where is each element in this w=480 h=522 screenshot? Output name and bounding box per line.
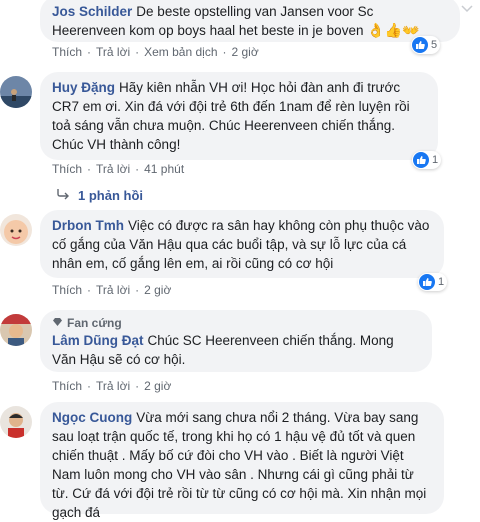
diamond-icon (52, 315, 63, 331)
timestamp[interactable]: 2 giờ (144, 379, 171, 393)
more-options-icon[interactable] (460, 4, 474, 14)
ok-hand-emoji-icon: 👌 (367, 22, 385, 38)
replies-count-label: 1 phản hồi (78, 188, 143, 203)
comment-actions: Thích · Trả lời · 2 giờ (52, 283, 171, 297)
comment-author[interactable]: Jos Schilder (52, 4, 132, 19)
comment-actions: Thích · Trả lời · Xem bản dịch · 2 giờ (52, 45, 259, 59)
top-fan-badge: Fan cứng (52, 315, 420, 331)
reaction-count[interactable]: 1 (418, 273, 448, 291)
like-count: 1 (438, 276, 445, 288)
reply-link[interactable]: Trả lời (96, 162, 130, 176)
separator: · (135, 162, 140, 176)
reply-link[interactable]: Trả lời (96, 283, 130, 297)
like-link[interactable]: Thích (52, 379, 82, 393)
timestamp[interactable]: 41 phút (144, 162, 184, 176)
like-reaction-icon (413, 152, 429, 168)
avatar[interactable] (0, 76, 32, 108)
reaction-count[interactable]: 1 (412, 151, 442, 169)
avatar[interactable] (0, 314, 32, 346)
separator: · (87, 379, 92, 393)
separator: · (222, 45, 227, 59)
thumbs-up-emoji-icon: 👍 (384, 22, 403, 38)
separator: · (135, 379, 140, 393)
comment-actions: Thích · Trả lời · 2 giờ (52, 379, 171, 393)
comment-bubble: Jos Schilder De beste opstelling van Jans… (40, 0, 460, 42)
view-replies-link[interactable]: 1 phản hồi (56, 188, 143, 203)
comment-text: Vừa mới sang chưa nổi 2 tháng. Vừa bay s… (52, 410, 427, 520)
comment-bubble: Drbon Tmh Việc có được ra sân hay không c… (40, 210, 444, 278)
separator: · (87, 45, 92, 59)
comment-bubble: Ngọc Cuong Vừa mới sang chưa nổi 2 tháng.… (40, 402, 444, 520)
avatar[interactable] (0, 406, 32, 438)
reaction-count[interactable]: 5 (411, 36, 441, 54)
like-count: 5 (431, 39, 438, 51)
comment-actions: Thích · Trả lời · 41 phút (52, 162, 184, 176)
separator: · (135, 45, 140, 59)
like-reaction-icon (419, 274, 435, 290)
reply-link[interactable]: Trả lời (96, 45, 130, 59)
comment-bubble: Fan cứng Lâm Dũng Đạt Chúc SC Heerenveen … (40, 310, 432, 372)
like-link[interactable]: Thích (52, 45, 82, 59)
separator: · (135, 283, 140, 297)
comment-author[interactable]: Drbon Tmh (52, 218, 124, 233)
like-count: 1 (432, 154, 439, 166)
translate-link[interactable]: Xem bản dịch (144, 45, 217, 59)
comment-author[interactable]: Lâm Dũng Đạt (52, 333, 144, 348)
reply-link[interactable]: Trả lời (96, 379, 130, 393)
like-link[interactable]: Thích (52, 162, 82, 176)
reply-arrow-icon (56, 188, 70, 203)
like-reaction-icon (412, 37, 428, 53)
like-link[interactable]: Thích (52, 283, 82, 297)
separator: · (87, 283, 92, 297)
avatar[interactable] (0, 214, 32, 246)
comment-author[interactable]: Huy Đặng (52, 80, 115, 95)
comment-author[interactable]: Ngọc Cuong (52, 410, 132, 425)
badge-label: Fan cứng (67, 316, 122, 330)
timestamp[interactable]: 2 giờ (232, 45, 259, 59)
comment-bubble: Huy Đặng Hãy kiên nhẫn VH ơi! Học hỏi đàn… (40, 72, 438, 160)
separator: · (87, 162, 92, 176)
timestamp[interactable]: 2 giờ (144, 283, 171, 297)
